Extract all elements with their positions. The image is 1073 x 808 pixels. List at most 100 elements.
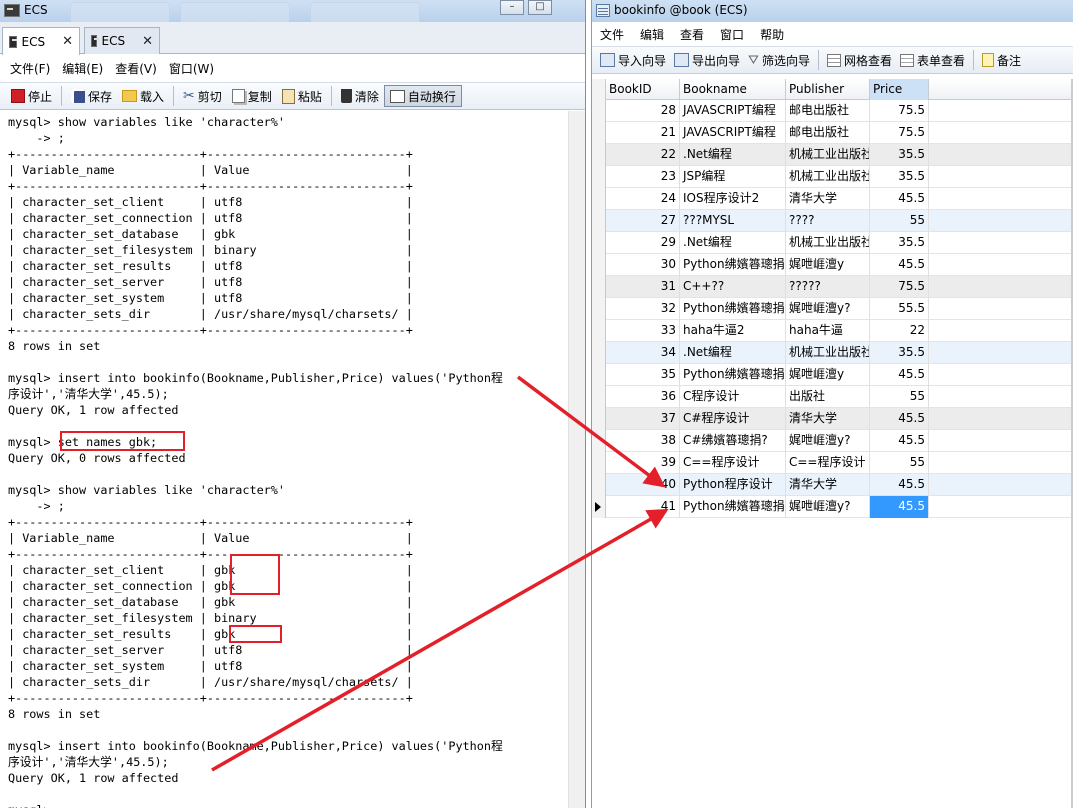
cell-bookid[interactable]: 41 bbox=[606, 496, 680, 518]
cell-bookid[interactable]: 36 bbox=[606, 386, 680, 408]
close-icon[interactable]: ✕ bbox=[62, 34, 73, 49]
menu-edit[interactable]: 编辑(E) bbox=[56, 60, 109, 77]
cell-publisher[interactable]: ????? bbox=[786, 276, 870, 298]
cell-bookid[interactable]: 28 bbox=[606, 100, 680, 122]
cell-price[interactable]: 55 bbox=[870, 210, 929, 232]
table-row[interactable]: 37 C#程序设计 清华大学 45.5 bbox=[592, 408, 1073, 430]
table-row[interactable]: 30 Python绋嬪簭璁捐 娓呭崕澶у 45.5 bbox=[592, 254, 1073, 276]
menu-file[interactable]: 文件(F) bbox=[4, 60, 56, 77]
cell-bookname[interactable]: Python绋嬪簭璁捐 bbox=[680, 254, 786, 276]
cell-price[interactable]: 35.5 bbox=[870, 232, 929, 254]
column-header-bookname[interactable]: Bookname bbox=[680, 79, 786, 100]
cell-price[interactable]: 45.5 bbox=[870, 254, 929, 276]
cell-bookname[interactable]: .Net编程 bbox=[680, 232, 786, 254]
data-grid[interactable]: BookID Bookname Publisher Price 28 JAVASC… bbox=[592, 79, 1073, 518]
cell-bookname[interactable]: JSP编程 bbox=[680, 166, 786, 188]
cell-bookid[interactable]: 21 bbox=[606, 122, 680, 144]
cell-publisher[interactable]: 清华大学 bbox=[786, 188, 870, 210]
cell-bookname[interactable]: Python程序设计 bbox=[680, 474, 786, 496]
cell-bookname[interactable]: haha牛逼2 bbox=[680, 320, 786, 342]
table-row[interactable]: 27 ???MYSL???? 55 bbox=[592, 210, 1073, 232]
cell-publisher[interactable]: C==程序设计 bbox=[786, 452, 870, 474]
cell-bookname[interactable]: ???MYSL bbox=[680, 210, 786, 232]
table-row[interactable]: 22 .Net编程 机械工业出版社 35.5 bbox=[592, 144, 1073, 166]
cell-publisher[interactable]: 娓呭崕澶у? bbox=[786, 430, 870, 452]
cell-bookid[interactable]: 22 bbox=[606, 144, 680, 166]
menu-view[interactable]: 查看 bbox=[676, 26, 716, 43]
cell-bookname[interactable]: C程序设计 bbox=[680, 386, 786, 408]
cell-price[interactable]: 45.5 bbox=[870, 474, 929, 496]
cell-bookid[interactable]: 31 bbox=[606, 276, 680, 298]
cell-bookname[interactable]: C#绋嬪簭璁捐? bbox=[680, 430, 786, 452]
memo-button[interactable]: 备注 bbox=[978, 49, 1025, 71]
cell-bookid[interactable]: 27 bbox=[606, 210, 680, 232]
autowrap-toggle[interactable]: 自动换行 bbox=[383, 85, 462, 107]
menu-help[interactable]: 帮助 bbox=[756, 26, 796, 43]
session-tab[interactable]: ECS ✕ bbox=[2, 27, 80, 55]
cell-price[interactable]: 35.5 bbox=[870, 166, 929, 188]
cell-bookname[interactable]: JAVASCRIPT编程 bbox=[680, 100, 786, 122]
cell-price[interactable]: 75.5 bbox=[870, 122, 929, 144]
grid-view-button[interactable]: 网格查看 bbox=[823, 49, 896, 71]
load-button[interactable]: 载入 bbox=[117, 85, 169, 107]
cell-bookname[interactable]: Python绋嬪簭璁捐 bbox=[680, 298, 786, 320]
cell-publisher[interactable]: 清华大学 bbox=[786, 474, 870, 496]
stop-button[interactable]: 停止 bbox=[6, 85, 57, 107]
cell-publisher[interactable]: 娓呭崕澶у? bbox=[786, 496, 870, 518]
cell-publisher[interactable]: 清华大学 bbox=[786, 408, 870, 430]
table-row[interactable]: 34 .Net编程 机械工业出版社 35.5 bbox=[592, 342, 1073, 364]
cell-publisher[interactable]: 机械工业出版社 bbox=[786, 144, 870, 166]
cell-bookid[interactable]: 35 bbox=[606, 364, 680, 386]
table-row[interactable]: 36 C程序设计 出版社 55 bbox=[592, 386, 1073, 408]
cell-bookid[interactable]: 34 bbox=[606, 342, 680, 364]
cell-bookid[interactable]: 24 bbox=[606, 188, 680, 210]
maximize-button[interactable]: □ bbox=[528, 0, 552, 15]
background-tab[interactable] bbox=[70, 2, 170, 22]
table-row[interactable]: 33 haha牛逼2 haha牛逼 22 bbox=[592, 320, 1073, 342]
cell-price[interactable]: 55 bbox=[870, 386, 929, 408]
cell-bookname[interactable]: Python绋嬪簭璁捐 bbox=[680, 496, 786, 518]
table-row[interactable]: 23 JSP编程 机械工业出版社 35.5 bbox=[592, 166, 1073, 188]
cell-bookid[interactable]: 32 bbox=[606, 298, 680, 320]
table-row[interactable]: 24 IOS程序设计2 清华大学 45.5 bbox=[592, 188, 1073, 210]
cell-bookid[interactable]: 29 bbox=[606, 232, 680, 254]
cell-price[interactable]: 35.5 bbox=[870, 144, 929, 166]
table-row[interactable]: 29 .Net编程 机械工业出版社 35.5 bbox=[592, 232, 1073, 254]
cell-bookname[interactable]: IOS程序设计2 bbox=[680, 188, 786, 210]
cell-bookid[interactable]: 37 bbox=[606, 408, 680, 430]
cell-publisher[interactable]: 出版社 bbox=[786, 386, 870, 408]
cell-price[interactable]: 45.5 bbox=[870, 364, 929, 386]
cell-bookname[interactable]: C++?? bbox=[680, 276, 786, 298]
table-row[interactable]: 31 C++??????? 75.5 bbox=[592, 276, 1073, 298]
minimize-button[interactable]: – bbox=[500, 0, 524, 15]
cell-price[interactable]: 45.5 bbox=[870, 430, 929, 452]
cell-publisher[interactable]: 邮电出版社 bbox=[786, 100, 870, 122]
cell-publisher[interactable]: 机械工业出版社 bbox=[786, 232, 870, 254]
cell-bookid[interactable]: 33 bbox=[606, 320, 680, 342]
cell-bookid[interactable]: 23 bbox=[606, 166, 680, 188]
cell-bookid[interactable]: 39 bbox=[606, 452, 680, 474]
session-tab[interactable]: ECS ✕ bbox=[84, 27, 160, 54]
cell-price[interactable]: 55 bbox=[870, 452, 929, 474]
table-row[interactable]: 32 Python绋嬪簭璁捐 娓呭崕澶у? 55.5 bbox=[592, 298, 1073, 320]
cut-button[interactable]: ✂ 剪切 bbox=[178, 85, 227, 107]
cell-bookname[interactable]: C#程序设计 bbox=[680, 408, 786, 430]
form-view-button[interactable]: 表单查看 bbox=[896, 49, 969, 71]
menu-window[interactable]: 窗口(W) bbox=[163, 60, 220, 77]
menu-edit[interactable]: 编辑 bbox=[636, 26, 676, 43]
cell-bookid[interactable]: 40 bbox=[606, 474, 680, 496]
cell-bookname[interactable]: .Net编程 bbox=[680, 144, 786, 166]
table-row[interactable]: 39 C==程序设计 C==程序设计 55 bbox=[592, 452, 1073, 474]
table-row[interactable]: 41 Python绋嬪簭璁捐 娓呭崕澶у? 45.5 bbox=[592, 496, 1073, 518]
cell-publisher[interactable]: 机械工业出版社 bbox=[786, 342, 870, 364]
cell-bookid[interactable]: 30 bbox=[606, 254, 680, 276]
cell-publisher[interactable]: ???? bbox=[786, 210, 870, 232]
cell-price[interactable]: 55.5 bbox=[870, 298, 929, 320]
cell-publisher[interactable]: 娓呭崕澶у bbox=[786, 364, 870, 386]
copy-button[interactable]: 复制 bbox=[227, 85, 277, 107]
cell-bookname[interactable]: JAVASCRIPT编程 bbox=[680, 122, 786, 144]
cell-publisher[interactable]: haha牛逼 bbox=[786, 320, 870, 342]
cell-publisher[interactable]: 机械工业出版社 bbox=[786, 166, 870, 188]
console-output[interactable]: mysql> show variables like 'character%' … bbox=[0, 111, 585, 808]
cell-publisher[interactable]: 娓呭崕澶у? bbox=[786, 298, 870, 320]
